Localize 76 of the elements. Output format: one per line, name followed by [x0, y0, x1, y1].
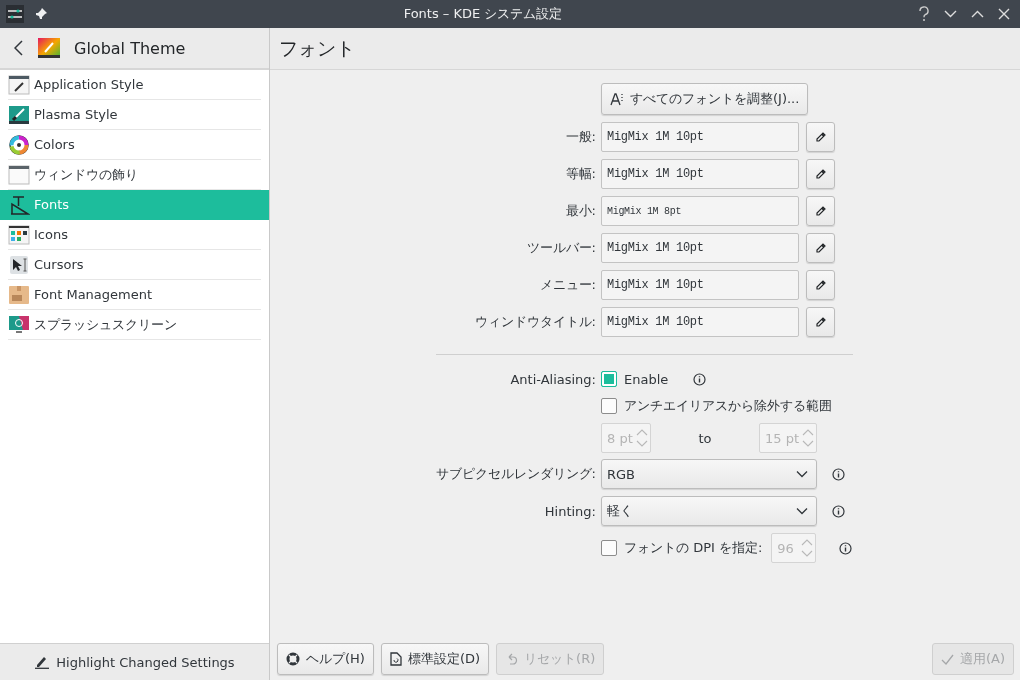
choose-font-button[interactable] [806, 307, 835, 337]
font-preview-field: MigMix 1M 10pt [601, 159, 799, 189]
sidebar-item[interactable]: Icons [8, 220, 261, 250]
hinting-label: Hinting: [543, 503, 596, 519]
close-icon[interactable] [998, 8, 1010, 20]
check-icon [940, 653, 954, 665]
choose-font-button[interactable] [806, 122, 835, 152]
page-title: フォント [270, 28, 1020, 70]
chevron-down-icon [796, 507, 808, 515]
pencil-icon [814, 168, 827, 180]
sidebar-title: Global Theme [74, 38, 186, 58]
font-label: ツールバー: [525, 239, 596, 257]
settings-sliders-icon[interactable] [6, 5, 24, 23]
font-preview-field: MigMix 1M 8pt [601, 196, 799, 226]
subpixel-dropdown[interactable]: RGB [601, 459, 817, 489]
font-label: 等幅: [564, 165, 596, 183]
theme-swatch-icon [38, 37, 60, 59]
cursor-icon [8, 253, 30, 276]
font-label: 一般: [564, 128, 596, 146]
lifebuoy-icon [286, 652, 300, 666]
info-icon[interactable] [832, 467, 845, 481]
choose-font-button[interactable] [806, 159, 835, 189]
font-adjust-icon [610, 92, 624, 106]
anti-aliasing-label: Anti-Aliasing: [509, 371, 596, 387]
window-title: Fonts – KDE システム設定 [402, 5, 564, 23]
choose-font-button[interactable] [806, 233, 835, 263]
pen-icon [34, 655, 51, 669]
color-wheel-icon [8, 133, 30, 156]
icon-grid-icon [8, 223, 30, 246]
pin-icon[interactable] [34, 7, 48, 21]
hinting-dropdown[interactable]: 軽く [601, 496, 817, 526]
pencil-icon [814, 131, 827, 143]
brush-window-icon [8, 103, 30, 126]
sidebar-item[interactable]: Colors [8, 130, 261, 160]
font-preview-field: MigMix 1M 10pt [601, 122, 799, 152]
maximize-icon[interactable] [971, 10, 984, 18]
window-icon [8, 163, 30, 186]
checkbox[interactable] [601, 371, 617, 387]
minimize-icon[interactable] [944, 10, 957, 18]
help-button[interactable]: ヘルプ(H) [277, 643, 374, 675]
font-size-icon [8, 193, 30, 216]
pencil-icon [814, 316, 827, 328]
checkbox-label: フォントの DPI を指定: [624, 539, 763, 557]
font-box-icon [8, 283, 30, 306]
pencil-icon [814, 205, 827, 217]
chevron-down-icon [796, 470, 808, 478]
info-icon[interactable] [693, 372, 707, 386]
sidebar-item[interactable]: Font Management [8, 280, 261, 310]
font-preview-field: MigMix 1M 10pt [601, 307, 799, 337]
font-label: 最小: [564, 202, 596, 220]
range-separator: to [697, 430, 713, 446]
info-icon[interactable] [832, 504, 845, 518]
info-icon[interactable] [839, 541, 853, 555]
help-icon[interactable] [918, 6, 930, 22]
document-icon [389, 652, 402, 666]
pencil-icon [814, 279, 827, 291]
highlight-changed-button[interactable]: Highlight Changed Settings [0, 643, 269, 680]
font-label: ウィンドウタイトル: [473, 313, 596, 331]
checkbox-label: Enable [624, 371, 669, 387]
defaults-button[interactable]: 標準設定(D) [380, 643, 490, 675]
sidebar-item[interactable]: Cursors [8, 250, 261, 280]
subpixel-label: サブピクセルレンダリング: [434, 465, 596, 483]
pencil-icon [814, 242, 827, 254]
sidebar-item[interactable]: Application Style [8, 70, 261, 100]
checkbox[interactable] [601, 398, 617, 414]
sidebar-item[interactable]: Plasma Style [8, 100, 261, 130]
monitor-icon [8, 313, 30, 336]
font-label: メニュー: [538, 276, 596, 294]
sidebar-item[interactable]: スプラッシュスクリーン [8, 310, 261, 340]
choose-font-button[interactable] [806, 270, 835, 300]
adjust-all-fonts-button[interactable]: すべてのフォントを調整(J)... [601, 83, 809, 115]
font-preview-field: MigMix 1M 10pt [601, 233, 799, 263]
checkbox-label: アンチエイリアスから除外する範囲 [624, 397, 832, 415]
font-preview-field: MigMix 1M 10pt [601, 270, 799, 300]
choose-font-button[interactable] [806, 196, 835, 226]
brush-window-icon [8, 73, 30, 96]
